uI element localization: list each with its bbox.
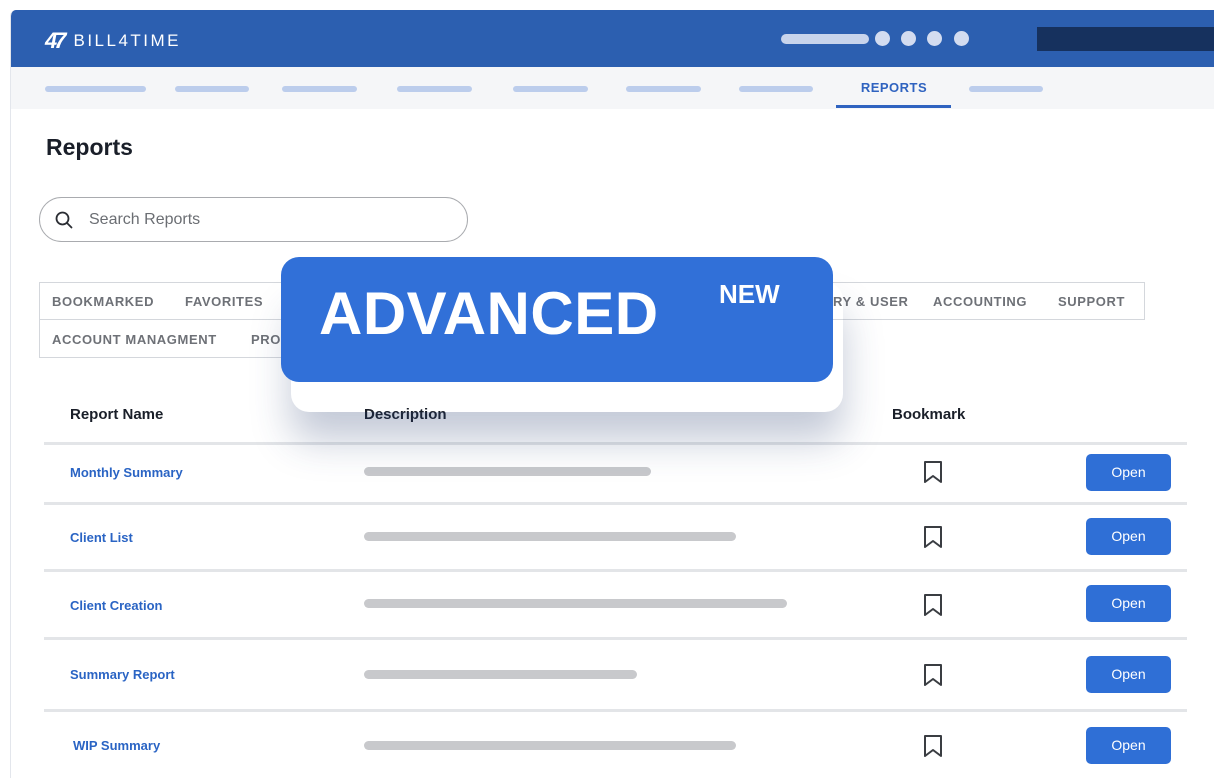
search-placeholder: Search Reports <box>89 211 201 228</box>
description-placeholder <box>364 467 651 476</box>
header-dot-icon[interactable] <box>901 31 916 46</box>
header-placeholder-pill[interactable] <box>781 34 869 44</box>
tab-account-management[interactable]: ACCOUNT MANAGMENT <box>52 332 217 347</box>
report-link-summary-report[interactable]: Summary Report <box>70 667 175 682</box>
open-button[interactable]: Open <box>1086 585 1171 622</box>
logo[interactable]: 47 BILL4TIME <box>45 28 181 54</box>
table-divider <box>44 637 1187 640</box>
nav-item-placeholder[interactable] <box>739 86 813 92</box>
nav-active-indicator <box>836 105 951 108</box>
report-link-wip-summary[interactable]: WIP Summary <box>73 738 160 753</box>
search-icon <box>55 211 73 229</box>
report-link-monthly-summary[interactable]: Monthly Summary <box>70 465 183 480</box>
column-header-bookmark: Bookmark <box>892 406 966 423</box>
header-dot-icon[interactable] <box>954 31 969 46</box>
open-button[interactable]: Open <box>1086 727 1171 764</box>
nav-item-placeholder[interactable] <box>513 86 588 92</box>
tab-pro[interactable]: PRO <box>251 332 281 347</box>
bookmark-icon[interactable] <box>922 663 944 687</box>
new-badge: NEW <box>719 279 780 309</box>
description-placeholder <box>364 670 637 679</box>
bookmark-icon[interactable] <box>922 460 944 484</box>
table-divider <box>44 569 1187 572</box>
tab-accounting[interactable]: ACCOUNTING <box>933 294 1027 309</box>
tab-inventory-user[interactable]: RY & USER <box>833 294 908 309</box>
nav-item-placeholder[interactable] <box>282 86 357 92</box>
advanced-banner: ADVANCED NEW <box>281 257 833 382</box>
nav-item-placeholder[interactable] <box>969 86 1043 92</box>
report-link-client-creation[interactable]: Client Creation <box>70 598 162 613</box>
tab-favorites[interactable]: FAVORITES <box>185 294 263 309</box>
main-nav: REPORTS <box>11 67 1214 109</box>
page-title: Reports <box>46 134 133 160</box>
tab-bookmarked[interactable]: BOOKMARKED <box>52 294 154 309</box>
header-dot-icon[interactable] <box>927 31 942 46</box>
nav-item-placeholder[interactable] <box>397 86 472 92</box>
app-name: BILL4TIME <box>73 31 182 50</box>
banner-title: ADVANCED <box>319 280 659 347</box>
nav-item-placeholder[interactable] <box>175 86 249 92</box>
description-placeholder <box>364 741 736 750</box>
tab-support[interactable]: SUPPORT <box>1058 294 1125 309</box>
open-button[interactable]: Open <box>1086 656 1171 693</box>
bookmark-icon[interactable] <box>922 593 944 617</box>
table-divider <box>44 709 1187 712</box>
app-window: 47 BILL4TIME REPORTS Reports Search Repo… <box>10 10 1214 778</box>
report-link-client-list[interactable]: Client List <box>70 530 133 545</box>
nav-item-placeholder[interactable] <box>45 86 146 92</box>
header-account-block[interactable] <box>1037 27 1214 51</box>
bookmark-icon[interactable] <box>922 525 944 549</box>
search-input[interactable]: Search Reports <box>39 197 468 242</box>
header-dot-icon[interactable] <box>875 31 890 46</box>
top-bar: 47 BILL4TIME <box>11 10 1214 67</box>
open-button[interactable]: Open <box>1086 518 1171 555</box>
table-divider <box>44 502 1187 505</box>
table-divider <box>44 442 1187 445</box>
nav-item-placeholder[interactable] <box>626 86 701 92</box>
nav-tab-reports[interactable]: REPORTS <box>837 80 951 95</box>
description-placeholder <box>364 532 736 541</box>
column-header-report-name: Report Name <box>70 406 164 423</box>
logo-mark: 47 <box>45 28 67 53</box>
open-button[interactable]: Open <box>1086 454 1171 491</box>
bookmark-icon[interactable] <box>922 734 944 758</box>
description-placeholder <box>364 599 787 608</box>
